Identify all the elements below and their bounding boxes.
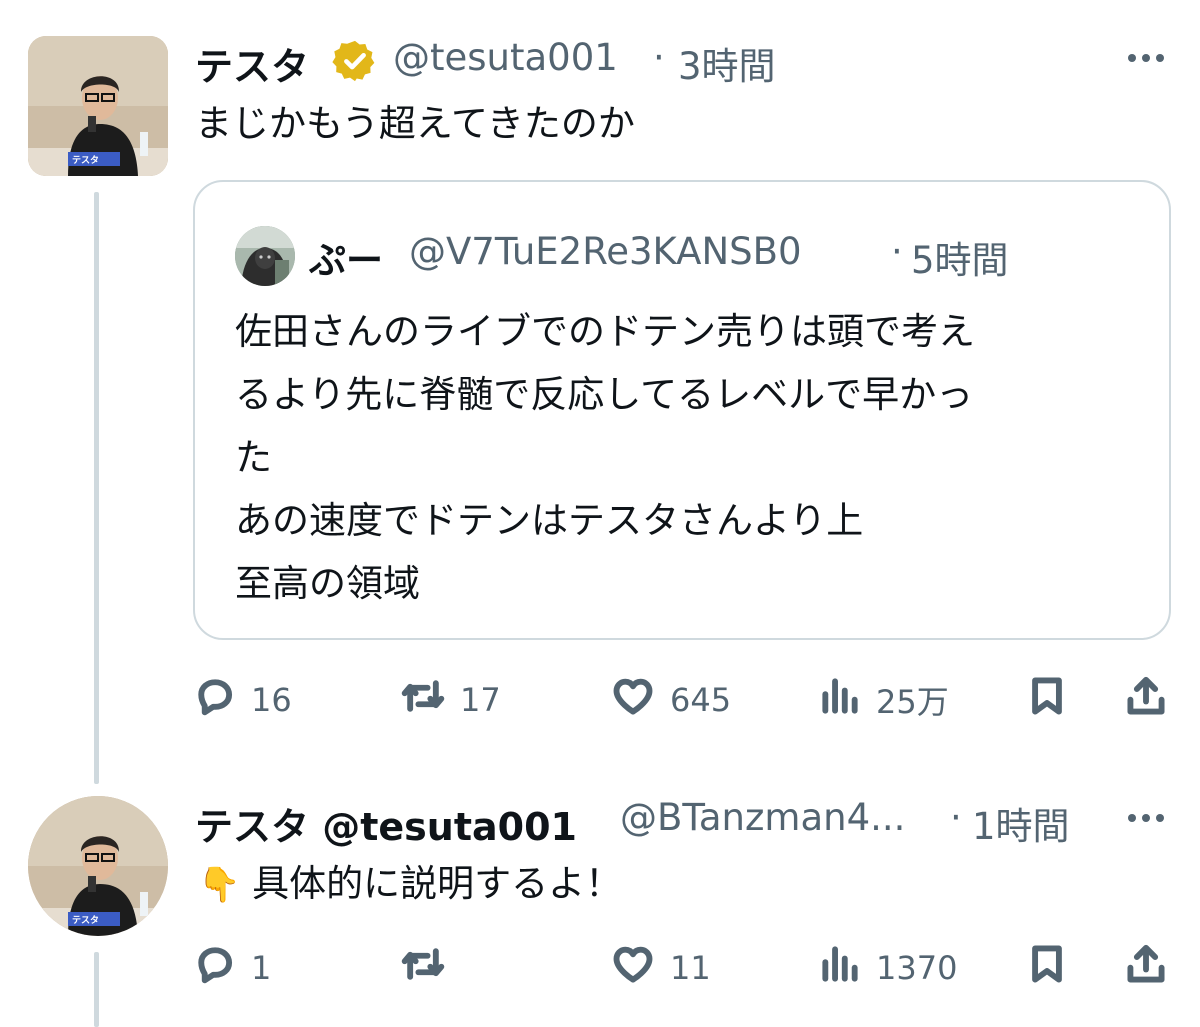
heart-icon bbox=[610, 942, 656, 994]
timestamp[interactable]: 1時間 bbox=[972, 796, 1070, 850]
reply-icon bbox=[193, 942, 237, 994]
reply-button[interactable]: 1 bbox=[193, 942, 271, 994]
retweet-icon bbox=[400, 674, 446, 726]
quote-line: あの速度でドテンはテスタさんより上 bbox=[235, 499, 864, 542]
avatar[interactable]: テスタ bbox=[28, 36, 168, 176]
retweet-count: 17 bbox=[460, 681, 501, 719]
retweet-button[interactable] bbox=[400, 942, 460, 994]
reply-icon bbox=[193, 674, 237, 726]
avatar[interactable]: テスタ bbox=[28, 796, 168, 936]
quote-avatar[interactable] bbox=[235, 226, 295, 286]
share-icon bbox=[1124, 674, 1168, 726]
views-button[interactable]: 25万 bbox=[818, 674, 949, 726]
thread-line bbox=[94, 952, 99, 1027]
reply-count: 1 bbox=[251, 949, 272, 987]
separator-dot: · bbox=[653, 36, 665, 79]
quote-author-name[interactable]: ぷー bbox=[309, 230, 383, 284]
views-count: 25万 bbox=[876, 683, 949, 721]
timestamp[interactable]: 3時間 bbox=[678, 36, 776, 90]
author-handle[interactable]: @BTanzman4... bbox=[620, 796, 905, 839]
like-count: 11 bbox=[670, 949, 711, 987]
views-icon bbox=[818, 942, 862, 994]
separator-dot: · bbox=[891, 230, 903, 273]
like-button[interactable]: 11 bbox=[610, 942, 711, 994]
tweet-text-content: 具体的に説明するよ！ bbox=[252, 862, 623, 905]
like-button[interactable]: 645 bbox=[610, 674, 731, 726]
retweet-button[interactable]: 17 bbox=[400, 674, 501, 726]
quote-line: るより先に脊髄で反応してるレベルで早かっ bbox=[235, 373, 974, 416]
retweet-icon bbox=[400, 942, 446, 994]
quote-line: た bbox=[235, 436, 272, 479]
avatar-nameplate: テスタ bbox=[72, 916, 100, 926]
tweet-text: 👇 具体的に説明するよ！ bbox=[198, 862, 622, 906]
like-count: 645 bbox=[670, 681, 732, 719]
share-icon bbox=[1124, 942, 1168, 994]
quote-line: 至高の領域 bbox=[235, 562, 420, 605]
quote-timestamp[interactable]: 5時間 bbox=[911, 230, 1009, 284]
share-button[interactable] bbox=[1124, 674, 1168, 726]
quote-text: 佐田さんのライブでのドテン売りは頭で考え るより先に脊髄で反応してるレベルで早か… bbox=[235, 300, 975, 615]
views-icon bbox=[818, 674, 862, 726]
quote-author-handle[interactable]: @V7TuE2Re3KANSB0 bbox=[409, 230, 802, 273]
pointing-down-emoji: 👇 bbox=[198, 865, 241, 905]
author-name[interactable]: テスタ @tesuta001 bbox=[195, 796, 577, 851]
bookmark-icon bbox=[1025, 674, 1069, 726]
quote-line: 佐田さんのライブでのドテン売りは頭で考え bbox=[235, 310, 975, 353]
views-button[interactable]: 1370 bbox=[818, 942, 957, 994]
share-button[interactable] bbox=[1124, 942, 1168, 994]
separator-dot: · bbox=[950, 796, 962, 839]
bookmark-button[interactable] bbox=[1025, 674, 1069, 726]
bookmark-icon bbox=[1025, 942, 1069, 994]
reply-button[interactable]: 16 bbox=[193, 674, 292, 726]
tweet-text: まじかもう超えてきたのか bbox=[195, 102, 635, 145]
verified-badge-icon bbox=[332, 38, 378, 84]
more-options-icon[interactable] bbox=[1124, 810, 1168, 830]
avatar-nameplate: テスタ bbox=[72, 156, 100, 166]
reply-count: 16 bbox=[251, 681, 292, 719]
views-count: 1370 bbox=[876, 949, 958, 987]
author-handle[interactable]: @tesuta001 bbox=[393, 36, 618, 79]
more-options-icon[interactable] bbox=[1124, 50, 1168, 70]
heart-icon bbox=[610, 674, 656, 726]
thread-line bbox=[94, 192, 99, 784]
author-name[interactable]: テスタ bbox=[195, 36, 309, 91]
bookmark-button[interactable] bbox=[1025, 942, 1069, 994]
quoted-tweet-card[interactable]: ぷー @V7TuE2Re3KANSB0 · 5時間 佐田さんのライブでのドテン売… bbox=[193, 180, 1171, 640]
